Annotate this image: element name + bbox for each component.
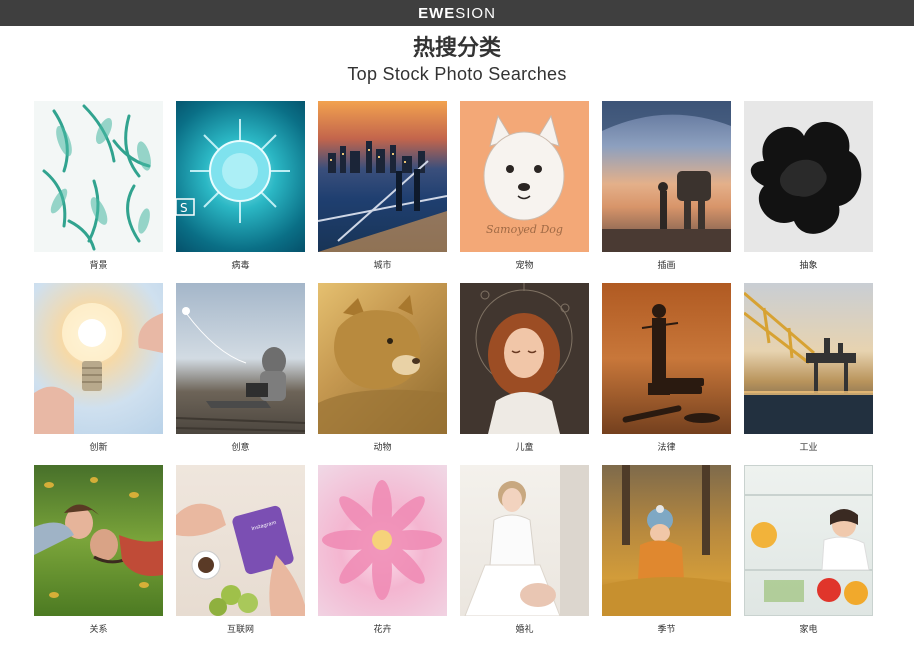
category-card-animal[interactable]: 动物: [318, 283, 447, 465]
justice-statue-image[interactable]: [602, 283, 731, 434]
girl-image[interactable]: [460, 283, 589, 434]
laptop-man-image[interactable]: [176, 283, 305, 434]
brand-text-bold: EWE: [418, 4, 456, 22]
category-label: 花卉: [373, 625, 392, 635]
category-card-season[interactable]: 季节: [602, 465, 731, 647]
feathers-image[interactable]: [34, 101, 163, 252]
brand-text-light: SION: [455, 4, 496, 22]
category-label: 创新: [89, 443, 108, 453]
smartphone-image[interactable]: Instagram: [176, 465, 305, 616]
refrigerator-image[interactable]: [744, 465, 873, 616]
category-card-virus[interactable]: S 病毒: [176, 101, 305, 283]
category-label: 家电: [799, 625, 818, 635]
oil-rig-image[interactable]: [744, 283, 873, 434]
category-card-children[interactable]: 儿童: [460, 283, 589, 465]
city-bridge-image[interactable]: [318, 101, 447, 252]
category-card-flowers[interactable]: 花卉: [318, 465, 447, 647]
brand-logo[interactable]: EWESION: [418, 5, 496, 22]
category-grid: 背景 S 病毒 城市 Samoyed Dog 宠物 插画 抽象 创新 创意 动物…: [34, 101, 873, 647]
top-bar: EWESION: [0, 0, 914, 26]
section-title-en: Top Stock Photo Searches: [347, 64, 567, 84]
couple-grass-image[interactable]: [34, 465, 163, 616]
category-label: 背景: [89, 261, 108, 271]
category-label: 城市: [373, 261, 392, 271]
category-card-innovation[interactable]: 创新: [34, 283, 163, 465]
category-label: 互联网: [226, 625, 254, 635]
category-label: 病毒: [231, 261, 250, 271]
category-card-pet[interactable]: Samoyed Dog 宠物: [460, 101, 589, 283]
category-card-wedding[interactable]: 婚礼: [460, 465, 589, 647]
samoyed-dog-image[interactable]: Samoyed Dog: [460, 101, 589, 252]
autumn-child-image[interactable]: [602, 465, 731, 616]
ink-smoke-image[interactable]: [744, 101, 873, 252]
robot-illustration-image[interactable]: [602, 101, 731, 252]
category-label: 法律: [657, 443, 676, 453]
pink-flower-image[interactable]: [318, 465, 447, 616]
category-label: 创意: [231, 443, 250, 453]
section-title-cn: 热搜分类: [412, 36, 501, 61]
svg-text:S: S: [180, 201, 188, 215]
section-header: 热搜分类 Top Stock Photo Searches: [0, 36, 914, 96]
lightbulb-image[interactable]: [34, 283, 163, 434]
category-card-appliance[interactable]: 家电: [744, 465, 873, 647]
category-label: 儿童: [515, 443, 534, 453]
pet-caption: Samoyed Dog: [486, 223, 563, 236]
category-card-relationship[interactable]: 关系: [34, 465, 163, 647]
category-card-city[interactable]: 城市: [318, 101, 447, 283]
bride-image[interactable]: [460, 465, 589, 616]
category-card-internet[interactable]: Instagram 互联网: [176, 465, 305, 647]
category-card-industry[interactable]: 工业: [744, 283, 873, 465]
category-card-background[interactable]: 背景: [34, 101, 163, 283]
category-label: 关系: [89, 625, 108, 635]
category-label: 婚礼: [515, 625, 534, 635]
category-label: 插画: [657, 261, 676, 271]
category-label: 抽象: [799, 261, 818, 271]
category-label: 工业: [799, 443, 818, 453]
virus-image[interactable]: S: [176, 101, 305, 252]
category-card-illustration[interactable]: 插画: [602, 101, 731, 283]
category-label: 宠物: [515, 261, 534, 271]
category-card-law[interactable]: 法律: [602, 283, 731, 465]
category-label: 动物: [373, 443, 392, 453]
category-card-creative[interactable]: 创意: [176, 283, 305, 465]
category-label: 季节: [657, 625, 676, 635]
lioness-image[interactable]: [318, 283, 447, 434]
category-card-abstract[interactable]: 抽象: [744, 101, 873, 283]
